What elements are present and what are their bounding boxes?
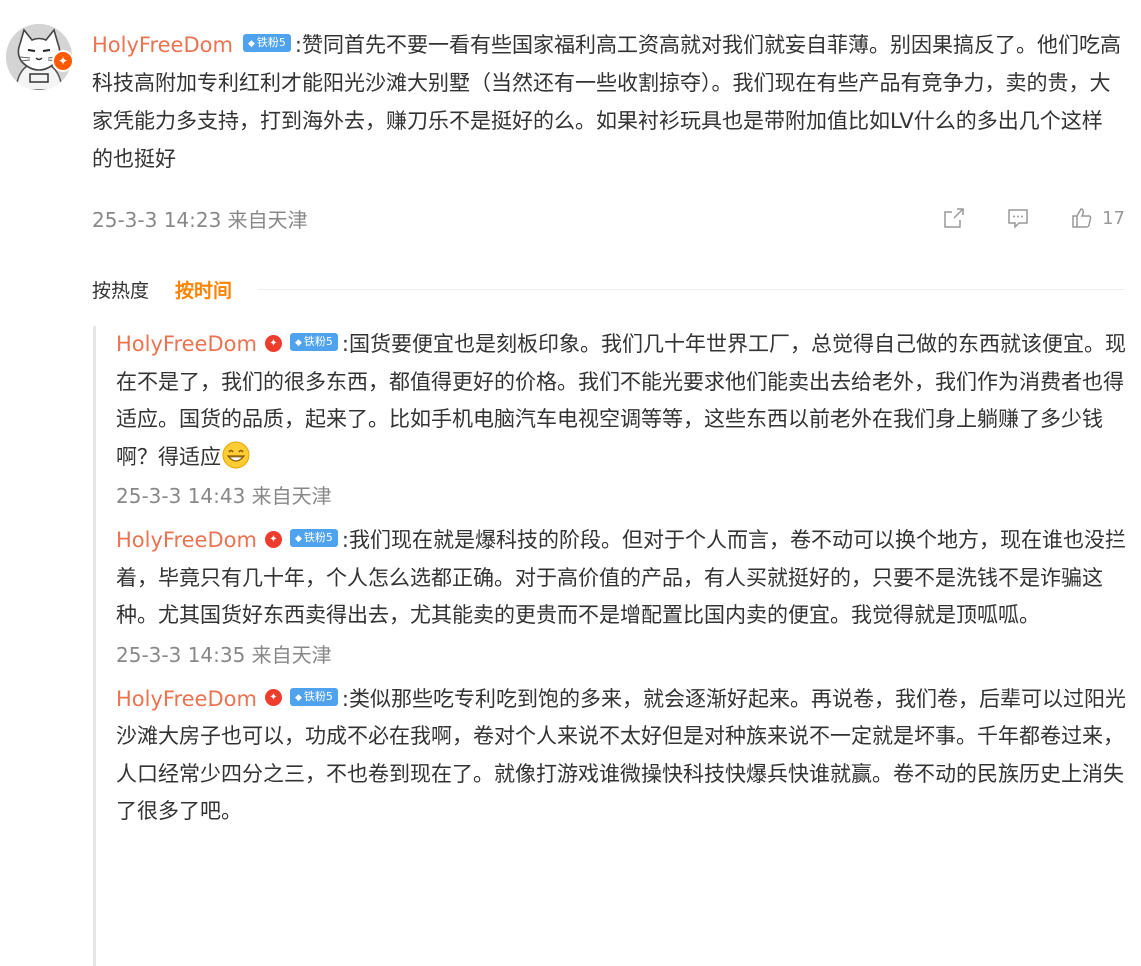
thumbs-up-icon: [1072, 208, 1092, 228]
fan-badge[interactable]: ◆ 铁粉5: [289, 333, 338, 351]
fan-badge-label: 铁粉5: [303, 689, 333, 703]
reply-text: :类似那些吃专利吃到饱的多来，就会逐渐好起来。再说卷，我们卷，后辈可以过阳光沙滩…: [116, 686, 1126, 824]
sort-by-heat-tab[interactable]: 按热度: [92, 276, 149, 303]
fan-badge[interactable]: ◆ 铁粉5: [289, 529, 338, 547]
like-count: 17: [1102, 207, 1125, 229]
reply-body: HolyFreeDom ✦ ◆ 铁粉5:类似那些吃专利吃到饱的多来，就会逐渐好起来。再…: [116, 681, 1136, 831]
comment-actions: 17: [942, 206, 1125, 230]
grin-emoji-icon: [222, 441, 250, 468]
fan-badge-label: 铁粉5: [303, 531, 333, 544]
like-button[interactable]: 17: [1070, 206, 1125, 230]
comment-icon: [1008, 209, 1028, 229]
sort-by-time-tab[interactable]: 按时间: [175, 276, 232, 303]
comment-button[interactable]: [1006, 206, 1030, 230]
reply-username[interactable]: HolyFreeDom: [116, 332, 257, 356]
reply-body: HolyFreeDom ✦ ◆ 铁粉5:国货要便宜也是刻板印象。我们几十年世界工厂，总…: [116, 326, 1136, 476]
verified-badge-icon: ✦: [264, 689, 282, 706]
share-icon: [944, 208, 964, 228]
verified-badge-icon: ✦: [264, 334, 282, 352]
comment-text: :赞同首先不要一看有些国家福利高工资高就对我们就妄自菲薄。别因果搞反了。他们吃高…: [92, 33, 1121, 171]
reply-list: HolyFreeDom ✦ ◆ 铁粉5:国货要便宜也是刻板印象。我们几十年世界工厂，总…: [93, 326, 1136, 966]
comment-meta-row: 25-3-3 14:23 来自天津 17: [92, 200, 1125, 236]
main-comment: HolyFreeDom ◆ 铁粉5:赞同首先不要一看有些国家福利高工资高就对我们就妄…: [92, 26, 1122, 178]
comment-username[interactable]: HolyFreeDom: [92, 33, 233, 57]
fan-badge-label: 铁粉5: [303, 335, 333, 348]
divider: [258, 288, 1125, 290]
reply-body: HolyFreeDom ✦ ◆ 铁粉5:我们现在就是爆科技的阶段。但对于个人而言，卷不…: [116, 522, 1136, 635]
reply-item: HolyFreeDom ✦ ◆ 铁粉5:类似那些吃专利吃到饱的多来，就会逐渐好起来。再…: [96, 681, 1136, 831]
reply-item: HolyFreeDom ✦ ◆ 铁粉5:国货要便宜也是刻板印象。我们几十年世界工厂，总…: [96, 326, 1136, 516]
reply-timestamp: 25-3-3 14:43 来自天津: [116, 484, 332, 508]
reply-text: :国货要便宜也是刻板印象。我们几十年世界工厂，总觉得自己做的东西就该便宜。现在不…: [116, 332, 1126, 469]
fan-badge[interactable]: ◆ 铁粉5: [289, 687, 338, 706]
reply-item: HolyFreeDom ✦ ◆ 铁粉5:我们现在就是爆科技的阶段。但对于个人而言，卷不…: [96, 522, 1136, 675]
reply-sort-tabs: 按热度 按时间: [92, 274, 1125, 304]
reply-username[interactable]: HolyFreeDom: [116, 528, 257, 552]
comment-timestamp: 25-3-3 14:23 来自天津: [92, 207, 308, 232]
fan-badge-label: 铁粉5: [256, 36, 286, 49]
diamond-icon: ◆: [294, 338, 302, 348]
diamond-icon: ◆: [247, 39, 255, 49]
verified-badge-icon: ✦: [264, 530, 282, 548]
diamond-icon: ◆: [294, 534, 302, 544]
fan-badge[interactable]: ◆ 铁粉5: [242, 34, 291, 52]
reply-username[interactable]: HolyFreeDom: [116, 687, 257, 711]
main-comment-body: HolyFreeDom ◆ 铁粉5:赞同首先不要一看有些国家福利高工资高就对我们就妄…: [92, 26, 1122, 178]
reply-timestamp: 25-3-3 14:35 来自天津: [116, 642, 332, 667]
share-button[interactable]: [942, 206, 966, 230]
verified-badge-icon: ✦: [52, 50, 74, 72]
diamond-icon: ◆: [294, 692, 302, 703]
